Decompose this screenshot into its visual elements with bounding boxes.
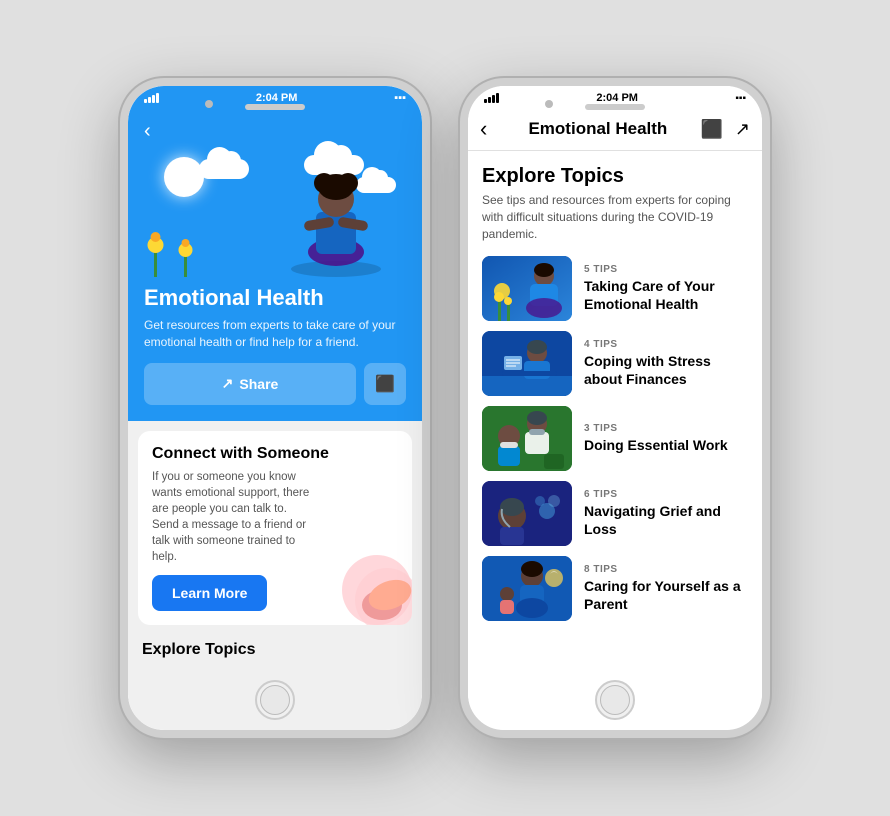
topic-title-3: Doing Essential Work (584, 436, 748, 454)
phone2-nav-icons: ⬛ ↗ (700, 119, 750, 140)
topic-item-4[interactable]: 6 TIPS Navigating Grief and Loss (482, 481, 748, 546)
topic-thumb-1 (482, 256, 572, 321)
phone2-nav-title: Emotional Health (495, 119, 700, 139)
explore-section-title: Explore Topics (482, 165, 748, 188)
bookmark-icon: ⬛ (375, 374, 395, 394)
time-display: 2:04 PM (256, 92, 298, 104)
connect-description: If you or someone you know wants emotion… (152, 469, 312, 566)
topic-info-2: 4 TIPS Coping with Stress about Finances (584, 339, 748, 388)
topic-thumb-3 (482, 406, 572, 471)
learn-more-button[interactable]: Learn More (152, 575, 267, 611)
flowers-illustration (144, 227, 214, 277)
connect-title: Connect with Someone (152, 445, 398, 463)
topic-item-5[interactable]: 8 TIPS Caring for Yourself as a Parent (482, 556, 748, 621)
topic-title-2: Coping with Stress about Finances (584, 352, 748, 388)
topic-tips-count-3: 3 TIPS (584, 423, 748, 434)
topic-tips-count-1: 5 TIPS (584, 264, 748, 275)
phone-home-inner (260, 685, 290, 715)
hero-illustration (144, 147, 406, 277)
hero-section: ‹ (128, 108, 422, 421)
share-button[interactable]: ↗ Share (144, 363, 356, 405)
topic-tips-count-5: 8 TIPS (584, 564, 748, 575)
topic-title-1: Taking Care of Your Emotional Health (584, 277, 748, 313)
signal-icon (144, 93, 159, 103)
topic-title-5: Caring for Yourself as a Parent (584, 577, 748, 613)
topic-info-3: 3 TIPS Doing Essential Work (584, 423, 748, 454)
scene: 2:04 PM ▪▪▪ ‹ (0, 0, 890, 816)
phone2-back-button[interactable]: ‹ (480, 116, 487, 142)
phone2-screen: 2:04 PM ▪▪▪ ‹ Emotional Health ⬛ ↗ (468, 86, 762, 730)
sun-illustration (164, 157, 204, 197)
back-button[interactable]: ‹ (144, 120, 151, 143)
topic-item-2[interactable]: 4 TIPS Coping with Stress about Finances (482, 331, 748, 396)
phone-right: 2:04 PM ▪▪▪ ‹ Emotional Health ⬛ ↗ (460, 78, 770, 738)
phone-left: 2:04 PM ▪▪▪ ‹ (120, 78, 430, 738)
topic-info-1: 5 TIPS Taking Care of Your Emotional Hea… (584, 264, 748, 313)
hero-title: Emotional Health (144, 285, 406, 311)
phone2-bookmark-icon[interactable]: ⬛ (700, 119, 722, 140)
topic-thumb-4 (482, 481, 572, 546)
bookmark-button[interactable]: ⬛ (364, 363, 406, 405)
phone2-navbar: ‹ Emotional Health ⬛ ↗ (468, 108, 762, 151)
phone2-speaker (585, 104, 645, 110)
battery-icon: ▪▪▪ (394, 92, 406, 104)
phone-speaker (245, 104, 305, 110)
topic-item-1[interactable]: 5 TIPS Taking Care of Your Emotional Hea… (482, 256, 748, 321)
phone2-signal-icon (484, 93, 499, 103)
topic-thumb-2 (482, 331, 572, 396)
topic-info-4: 6 TIPS Navigating Grief and Loss (584, 489, 748, 538)
connect-card: Connect with Someone If you or someone y… (138, 431, 412, 626)
topic-tips-count-4: 6 TIPS (584, 489, 748, 500)
hero-description: Get resources from experts to take care … (144, 317, 406, 351)
share-icon: ↗ (222, 375, 234, 392)
phone-home-button[interactable] (255, 680, 295, 720)
topic-thumb-5 (482, 556, 572, 621)
cloud1-illustration (199, 159, 249, 179)
phone2-time: 2:04 PM (596, 92, 638, 104)
phone-camera (205, 100, 213, 108)
person-illustration (286, 157, 386, 277)
phone2-share-icon[interactable]: ↗ (735, 119, 750, 140)
hero-buttons: ↗ Share ⬛ (144, 363, 406, 405)
topic-tips-count-2: 4 TIPS (584, 339, 748, 350)
phone2-home-inner (600, 685, 630, 715)
phone2-camera (545, 100, 553, 108)
phone2-battery: ▪▪▪ (735, 93, 746, 104)
topics-list: 5 TIPS Taking Care of Your Emotional Hea… (482, 256, 748, 621)
hands-svg (332, 550, 412, 625)
topic-title-4: Navigating Grief and Loss (584, 502, 748, 538)
explore-section-desc: See tips and resources from experts for … (482, 192, 748, 242)
topic-item-3[interactable]: 3 TIPS Doing Essential Work (482, 406, 748, 471)
explore-header: Explore Topics (138, 635, 412, 661)
phone2-home-button[interactable] (595, 680, 635, 720)
phone1-screen: 2:04 PM ▪▪▪ ‹ (128, 86, 422, 730)
phone2-content[interactable]: Explore Topics See tips and resources fr… (468, 151, 762, 730)
topic-info-5: 8 TIPS Caring for Yourself as a Parent (584, 564, 748, 613)
